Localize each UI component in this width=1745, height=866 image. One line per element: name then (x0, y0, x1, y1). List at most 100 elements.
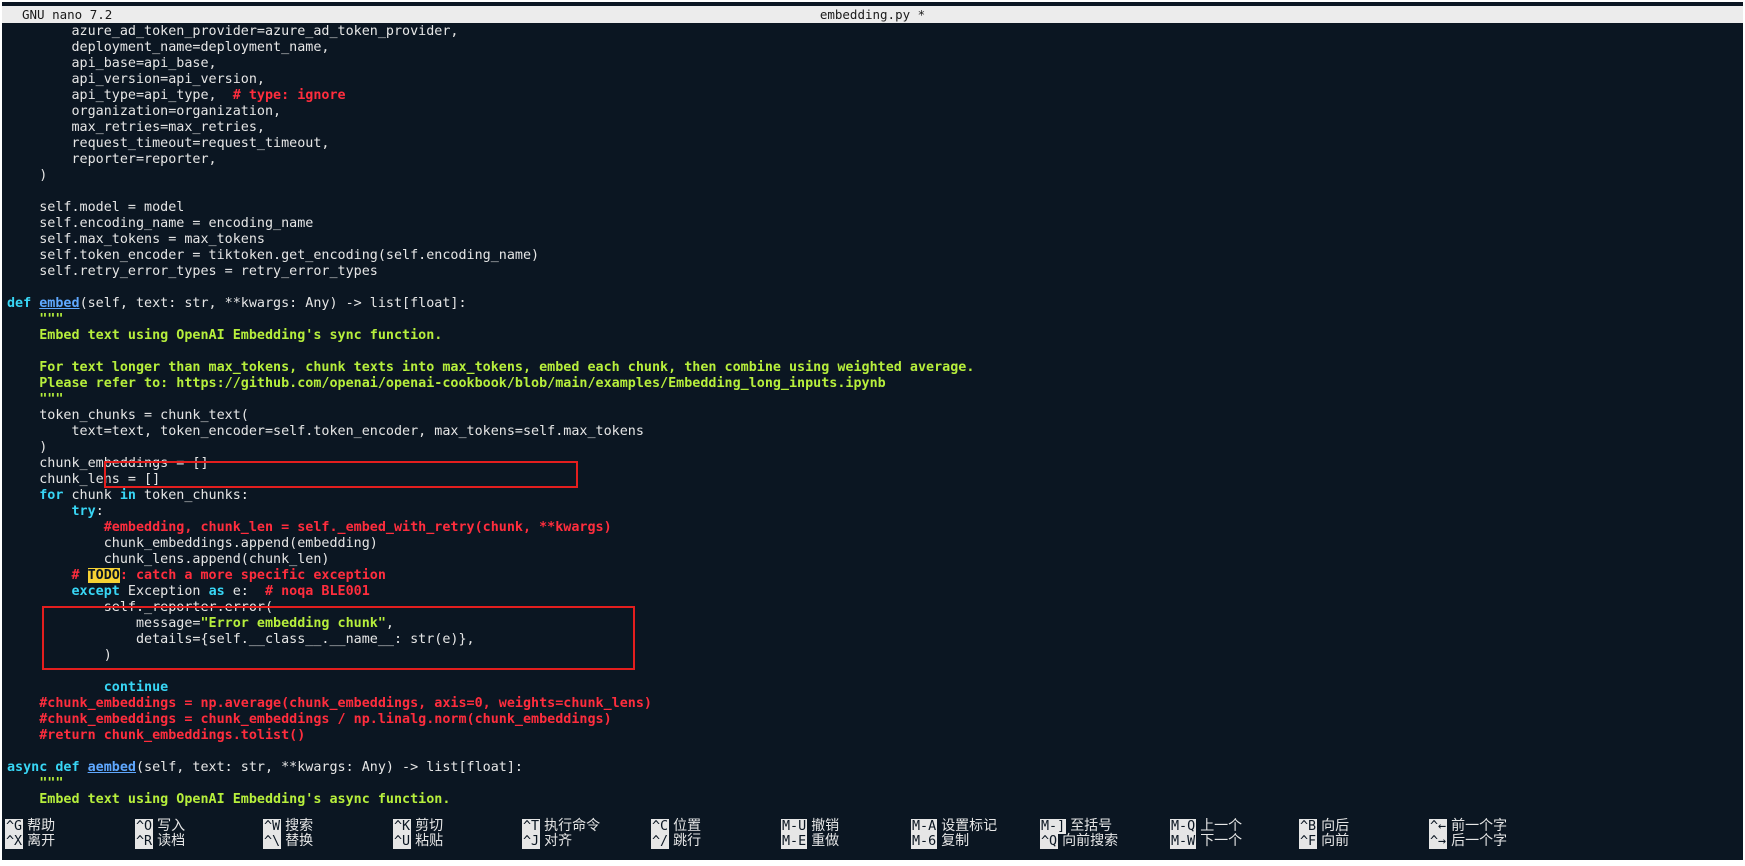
shortcut-label: 上一个 (1200, 818, 1243, 834)
code-token-plain: request_timeout=request_timeout, (7, 136, 330, 151)
code-token-doc: """ (7, 776, 64, 791)
shortcut-key: M-Q (1170, 819, 1197, 834)
code-token-plain: text=text, token_encoder=self.token_enco… (7, 424, 644, 439)
shortcut-item[interactable]: ^Q 向前搜索 (1040, 833, 1118, 849)
code-line: """ (7, 312, 1743, 328)
code-line: def embed(self, text: str, **kwargs: Any… (7, 296, 1743, 312)
shortcut-label: 读档 (157, 833, 186, 849)
shortcut-key: M-] (1040, 819, 1067, 834)
shortcut-label: 下一个 (1200, 833, 1243, 849)
code-token-plain: reporter=reporter, (7, 152, 217, 167)
shortcut-label: 搜索 (285, 818, 314, 834)
shortcut-label: 剪切 (415, 818, 444, 834)
code-token-plain: chunk_lens.append(chunk_len) (7, 552, 330, 567)
code-line: try: (7, 504, 1743, 520)
code-line: ) (7, 648, 1743, 664)
shortcut-item[interactable]: ^K 剪切 (393, 818, 443, 834)
shortcut-label: 离开 (27, 833, 56, 849)
shortcut-key: ^W (263, 819, 282, 834)
shortcut-key: ^O (135, 819, 154, 834)
code-line: #chunk_embeddings = chunk_embeddings / n… (7, 712, 1743, 728)
shortcut-item[interactable]: M-W 下一个 (1170, 833, 1242, 849)
shortcut-item[interactable]: ^← 前一个字 (1429, 818, 1507, 834)
code-token-plain: chunk (63, 488, 120, 503)
code-token-fn: embed (39, 296, 80, 311)
shortcut-item[interactable]: ^J 对齐 (522, 833, 572, 849)
code-token-plain: token_chunks: (136, 488, 249, 503)
code-line: for chunk in token_chunks: (7, 488, 1743, 504)
code-token-plain: api_type=api_type, (7, 88, 233, 103)
shortcut-label: 帮助 (27, 818, 56, 834)
code-line: request_timeout=request_timeout, (7, 136, 1743, 152)
code-line: details={self.__class__.__name__: str(e)… (7, 632, 1743, 648)
code-token-kw: try (71, 504, 96, 519)
shortcut-item[interactable]: ^B 向后 (1299, 818, 1349, 834)
shortcut-item[interactable]: M-A 设置标记 (911, 818, 997, 834)
code-token-cmt: : catch a more specific exception (119, 568, 386, 583)
code-line: """ (7, 776, 1743, 792)
code-token-plain: max_retries=max_retries, (7, 120, 265, 135)
shortcut-item[interactable]: M-6 复制 (911, 833, 969, 849)
shortcut-item[interactable]: ^R 读档 (135, 833, 185, 849)
code-line: """ (7, 392, 1743, 408)
code-token-plain: self.encoding_name = encoding_name (7, 216, 314, 231)
code-token-plain: self.model = model (7, 200, 185, 215)
code-token-doc: Please refer to: https://github.com/open… (7, 376, 886, 391)
code-token-plain: deployment_name=deployment_name, (7, 40, 330, 55)
code-line: message="Error embedding chunk", (7, 616, 1743, 632)
shortcut-key: M-6 (911, 834, 938, 849)
shortcut-item[interactable]: ^W 搜索 (263, 818, 313, 834)
shortcut-label: 前一个字 (1451, 818, 1508, 834)
code-line: #return chunk_embeddings.tolist() (7, 728, 1743, 744)
shortcut-item[interactable]: M-E 重做 (781, 833, 839, 849)
code-line: self.max_tokens = max_tokens (7, 232, 1743, 248)
shortcut-item[interactable]: ^C 位置 (651, 818, 701, 834)
code-line: #embedding, chunk_len = self._embed_with… (7, 520, 1743, 536)
shortcut-key: ^J (522, 834, 541, 849)
shortcut-item[interactable]: ^T 执行命令 (522, 818, 600, 834)
shortcut-item[interactable]: M-Q 上一个 (1170, 818, 1242, 834)
code-editor-area[interactable]: azure_ad_token_provider=azure_ad_token_p… (2, 24, 1743, 813)
code-token-plain: : (95, 504, 104, 519)
shortcut-item[interactable]: ^\ 替换 (263, 833, 313, 849)
code-line: Please refer to: https://github.com/open… (7, 376, 1743, 392)
code-line: self.retry_error_types = retry_error_typ… (7, 264, 1743, 280)
shortcut-item[interactable]: ^U 粘贴 (393, 833, 443, 849)
code-token-fn: aembed (87, 760, 136, 775)
shortcut-item[interactable]: ^F 向前 (1299, 833, 1349, 849)
shortcut-item[interactable]: ^O 写入 (135, 818, 185, 834)
shortcut-key: ^K (393, 819, 412, 834)
code-line: ) (7, 168, 1743, 184)
shortcut-key: ^F (1299, 834, 1318, 849)
shortcut-label: 向前 (1321, 833, 1350, 849)
shortcut-key: ^B (1299, 819, 1318, 834)
code-line: text=text, token_encoder=self.token_enco… (7, 424, 1743, 440)
shortcut-item[interactable]: ^G 帮助 (5, 818, 55, 834)
shortcut-item[interactable]: M-] 至括号 (1040, 818, 1112, 834)
code-line: api_type=api_type, # type: ignore (7, 88, 1743, 104)
code-token-plain: (self, text: str, **kwargs: Any) -> list… (136, 760, 523, 775)
shortcut-item[interactable]: ^/跳行 (651, 833, 701, 849)
code-line: reporter=reporter, (7, 152, 1743, 168)
code-token-doc: """ (7, 312, 64, 327)
shortcut-label: 跳行 (673, 833, 702, 849)
shortcut-key: ^X (5, 834, 24, 849)
shortcut-label: 位置 (673, 818, 702, 834)
code-token-plain: ) (7, 648, 112, 663)
code-token-plain: self._reporter.error( (7, 600, 274, 615)
shortcut-key: M-A (911, 819, 938, 834)
code-line: azure_ad_token_provider=azure_ad_token_p… (7, 24, 1743, 40)
code-token-plain: api_base=api_base, (7, 56, 217, 71)
code-line: chunk_embeddings = [] (7, 456, 1743, 472)
code-token-kw: as (208, 584, 225, 599)
code-token-plain: e: (224, 584, 265, 599)
shortcut-item[interactable]: ^→ 后一个字 (1429, 833, 1507, 849)
code-line: async def aembed(self, text: str, **kwar… (7, 760, 1743, 776)
nano-title-bar: GNU nano 7.2 embedding.py * (2, 6, 1743, 23)
shortcut-item[interactable]: ^X 离开 (5, 833, 55, 849)
shortcut-item[interactable]: M-U 撤销 (781, 818, 839, 834)
code-token-kw: for (39, 488, 64, 503)
